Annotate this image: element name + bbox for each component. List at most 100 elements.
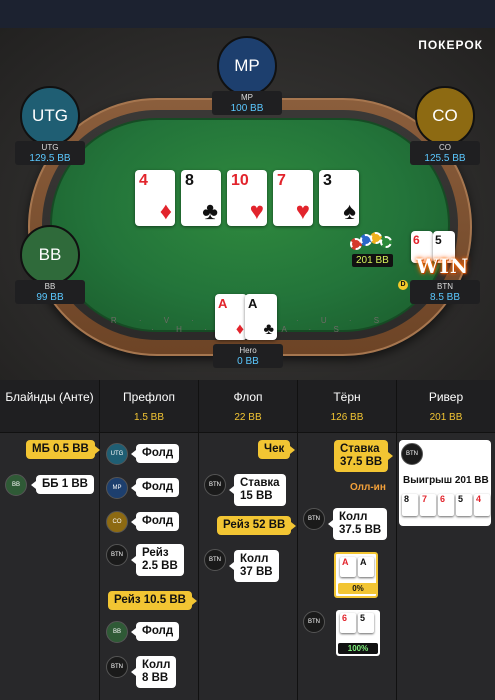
action-bb-fold: Фолд [130, 622, 180, 641]
action-line: Колл [339, 511, 368, 523]
seat-utg[interactable]: UTG [20, 86, 80, 146]
action-line: 37 BB [240, 566, 273, 578]
avatar: CO [415, 86, 475, 146]
btn-mini-card-1: 6 [340, 613, 356, 633]
card-rank: A [218, 296, 228, 311]
card-rank: 5 [360, 613, 366, 623]
column-pot: 1.5 BB [133, 412, 165, 423]
brand-logo: ПОКЕРОК [418, 38, 483, 52]
action-line: Колл [142, 659, 171, 671]
action-line: 37.5 BB [340, 456, 383, 468]
hero-card-1: A ♦ [215, 294, 247, 340]
position-badge: UTG [106, 443, 128, 465]
action-mp-fold: Фолд [130, 478, 180, 497]
position-badge: MP [106, 477, 128, 499]
equity-bar: 0% [338, 583, 378, 594]
card-rank: 10 [231, 172, 249, 189]
seat-bb[interactable]: BB [20, 225, 80, 285]
action-btn-call: Колл 37 BB [229, 550, 279, 582]
pot-amount: 201 BB [352, 254, 393, 267]
col-blinds [0, 432, 100, 700]
club-suit-icon: ♣ [263, 321, 275, 338]
seat-btn-label: BTN 8.5 BB [410, 280, 480, 304]
position-badge: BTN [303, 611, 325, 633]
col-header-river: Ривер 201 BB [397, 380, 495, 432]
card-rank: 8 [185, 172, 194, 189]
seat-bb-label: BB 99 BB [15, 280, 85, 304]
action-hero-bet: Ставка 37.5 BB [334, 440, 394, 472]
action-line: 2.5 BB [142, 560, 178, 572]
allin-label: Олл-ин [350, 482, 386, 493]
player-name: BTN [437, 282, 453, 291]
equity-bar: 100% [338, 643, 378, 654]
seat-co[interactable]: CO [415, 86, 475, 146]
board-card-5: 3 ♠ [319, 170, 359, 226]
board-card-2: 8 ♣ [181, 170, 221, 226]
card-rank: 7 [277, 172, 286, 189]
board-card-4: 7 ♥ [273, 170, 313, 226]
hero-mini-card-2: A [358, 557, 374, 577]
position-badge: BTN [401, 443, 423, 465]
card-rank: A [342, 557, 349, 567]
action-btn-call: Колл 37.5 BB [327, 508, 388, 540]
action-line: Колл [240, 553, 269, 565]
position-badge: BTN [106, 656, 128, 678]
diamond-suit-icon: ♦ [235, 321, 244, 338]
hero-card-2: A ♣ [245, 294, 277, 340]
river-win-box: BTN Выигрыш 201 BB 8 7 6 5 4 [399, 440, 491, 526]
column-title: Префлоп [123, 390, 175, 404]
action-hero-raise: Рейз 52 BB [217, 516, 297, 535]
action-hero-check: Чек [258, 440, 296, 459]
action-line: 8 BB [142, 672, 169, 684]
poker-table-area: ПОКЕРОК R · V · S · P · U · S · H · C · … [0, 28, 495, 380]
action-line: Рейз [142, 547, 169, 559]
position-badge: BTN [204, 549, 226, 571]
action-line: Ставка [240, 477, 280, 489]
river-card: 6 [438, 494, 454, 516]
action-btn-bet: Ставка 15 BB [229, 474, 286, 506]
card-rank: 5 [458, 494, 464, 504]
col-header-flop: Флоп 22 BB [199, 380, 298, 432]
player-stack: 8.5 BB [429, 292, 461, 303]
heart-suit-icon: ♥ [295, 198, 310, 225]
win-badge: WIN [416, 254, 470, 278]
river-card: 4 [474, 494, 490, 516]
hero-equity-box: A A 0% [334, 552, 378, 598]
player-name: CO [439, 143, 451, 152]
seat-co-label: CO 125.5 BB [410, 141, 480, 165]
action-co-fold: Фолд [130, 512, 180, 531]
column-title: Флоп [233, 390, 263, 404]
position-badge: BTN [303, 508, 325, 530]
column-title: Ривер [428, 390, 464, 404]
action-hero-raise: Рейз 10.5 BB [108, 591, 197, 610]
action-utg-fold: Фолд [130, 444, 180, 463]
win-label: Выигрыш 201 BB [403, 475, 489, 486]
action-btn-raise: Рейз 2.5 BB [131, 544, 184, 576]
col-header-blinds: Блайнды (Анте) [0, 380, 100, 432]
spade-suit-icon: ♠ [343, 198, 356, 225]
player-stack: 125.5 BB [424, 153, 466, 164]
position-badge: BB [106, 621, 128, 643]
column-title: Тёрн [333, 390, 361, 404]
position-badge: BTN [106, 544, 128, 566]
card-rank: 7 [422, 494, 428, 504]
column-title: Блайнды (Анте) [5, 390, 94, 404]
club-suit-icon: ♣ [202, 198, 218, 225]
action-line: 15 BB [240, 490, 273, 502]
action-btn-call: Колл 8 BB [130, 656, 177, 688]
column-pot: 201 BB [429, 412, 463, 423]
seat-mp[interactable]: MP [217, 36, 277, 96]
player-name: Hero [239, 346, 257, 355]
position-badge: BTN [204, 474, 226, 496]
btn-equity-box: 6 5 100% [336, 610, 380, 656]
player-stack: 100 BB [230, 103, 264, 114]
action-line: 37.5 BB [339, 524, 382, 536]
card-rank: 3 [323, 172, 332, 189]
hand-history: Блайнды (Анте) Префлоп 1.5 BB Флоп 22 BB… [0, 380, 495, 700]
position-badge: CO [106, 511, 128, 533]
player-stack: 129.5 BB [29, 153, 71, 164]
avatar: BB [20, 225, 80, 285]
player-stack: 0 BB [237, 356, 259, 367]
action-sb: МБ 0.5 BB [26, 440, 100, 459]
card-rank: 4 [139, 172, 148, 189]
